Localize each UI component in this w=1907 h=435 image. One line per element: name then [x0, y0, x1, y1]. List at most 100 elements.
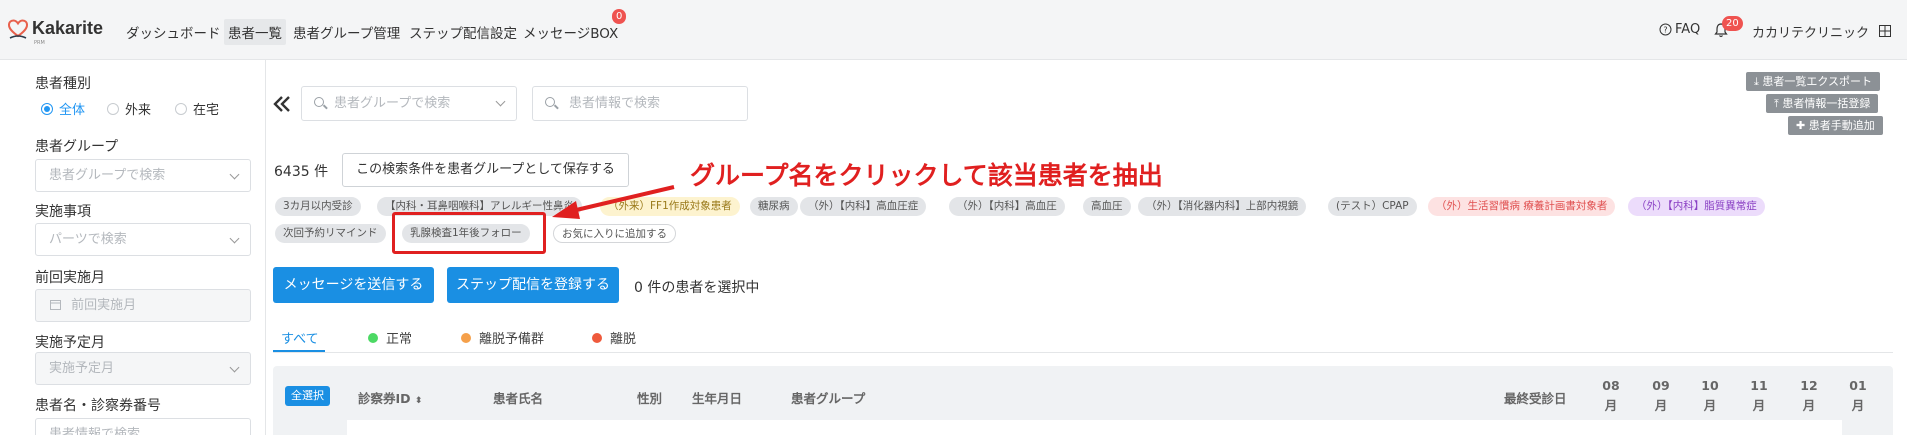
group-search-select[interactable]: 患者グループで検索	[301, 86, 517, 121]
svg-text:?: ?	[1663, 26, 1667, 35]
export-label: 患者一覧エクスポート	[1762, 75, 1873, 88]
nav-step-delivery[interactable]: ステップ配信設定	[409, 22, 517, 42]
group-tag-dyslipidemia[interactable]: （外）【内科】脂質異常症	[1628, 197, 1765, 216]
register-step-button[interactable]: ステップ配信を登録する	[447, 267, 619, 303]
col-last-visit: 最終受診日	[1504, 391, 1567, 406]
message-badge: 0	[612, 9, 627, 24]
bulk-register-button[interactable]: ⤒ 患者情報一括登録	[1766, 94, 1879, 113]
chevron-down-icon	[229, 362, 240, 373]
group-tag-reminder[interactable]: 次回予約リマインド	[275, 224, 386, 243]
month-unit: 月	[1851, 398, 1865, 413]
tab-churned-label: 離脱	[610, 332, 637, 347]
brand-logo[interactable]: Kakarite	[8, 18, 103, 39]
status-dot-icon	[592, 332, 602, 343]
export-button[interactable]: ⤓ 患者一覧エクスポート	[1746, 72, 1881, 91]
chevron-down-icon	[495, 96, 506, 107]
plan-month-select[interactable]: 実施予定月	[35, 352, 251, 385]
nav-dashboard[interactable]: ダッシュボード	[126, 22, 221, 42]
group-tag-endoscopy[interactable]: （外）【消化器内科】上部内視鏡	[1138, 197, 1307, 216]
col-month-12: 12 月	[1798, 376, 1820, 416]
col-card-id[interactable]: 診察券ID ⬍	[358, 388, 422, 407]
tab-churned[interactable]: 離脱	[592, 328, 636, 347]
nav-patient-group[interactable]: 患者グループ管理	[293, 22, 400, 42]
brand-name: Kakarite	[32, 18, 104, 38]
chevron-down-icon	[229, 169, 240, 180]
radio-all[interactable]	[41, 102, 53, 115]
col-month-08: 08 月	[1600, 376, 1622, 416]
group-tag-lifestyle[interactable]: （外）生活習慣病 療養計画書対象者	[1428, 197, 1616, 216]
group-tag-hypertension-internal[interactable]: （外）【内科】高血圧	[949, 197, 1065, 216]
chevron-down-icon	[229, 233, 240, 244]
month-num: 01	[1849, 378, 1867, 393]
tab-at-risk[interactable]: 離脱予備群	[461, 328, 544, 347]
group-tag-3month[interactable]: 3カ月以内受診	[275, 197, 361, 216]
tab-all[interactable]: すべて	[281, 328, 319, 347]
col-month-01: 01 月	[1847, 376, 1869, 416]
month-num: 12	[1800, 378, 1818, 393]
status-dot-icon	[368, 332, 378, 343]
items-filter-placeholder: パーツで検索	[49, 232, 127, 247]
faq-label: FAQ	[1675, 22, 1701, 37]
col-month-10: 10 月	[1699, 376, 1721, 416]
group-filter-placeholder: 患者グループで検索	[49, 168, 166, 183]
items-filter-select[interactable]: パーツで検索	[35, 223, 251, 256]
save-group-button[interactable]: この検索条件を患者グループとして保存する	[342, 153, 629, 187]
patient-type-radios: 全体 外来 在宅	[41, 99, 219, 118]
radio-all-label[interactable]: 全体	[59, 99, 85, 118]
col-gender: 性別	[637, 391, 663, 406]
apps-grid-icon[interactable]	[1879, 25, 1891, 37]
col-group: 患者グループ	[791, 391, 866, 406]
month-unit: 月	[1752, 398, 1766, 413]
month-unit: 月	[1654, 398, 1668, 413]
group-tag-cpap[interactable]: (テスト）CPAP	[1328, 197, 1417, 216]
bulk-register-label: 患者情報一括登録	[1782, 97, 1871, 110]
name-filter-label: 患者名・診察券番号	[35, 398, 161, 414]
prev-month-label: 前回実施月	[35, 270, 105, 286]
collapse-sidebar-icon[interactable]	[272, 95, 292, 113]
status-dot-icon	[461, 332, 471, 343]
radio-home[interactable]	[175, 102, 188, 115]
prev-month-picker[interactable]: 前回実施月	[35, 289, 251, 322]
send-message-button[interactable]: メッセージを送信する	[273, 267, 434, 303]
notification-badge: 20	[1722, 16, 1743, 31]
faq-link[interactable]: ? FAQ	[1659, 22, 1700, 37]
plan-month-placeholder: 実施予定月	[49, 361, 115, 376]
result-count: 6435 件	[274, 164, 329, 180]
add-favorite-button[interactable]: お気に入りに追加する	[553, 224, 676, 243]
highlight-box	[392, 212, 546, 254]
top-navigation: Kakarite PRM ダッシュボード 患者一覧 患者グループ管理 ステップ配…	[0, 0, 1907, 60]
group-tag-hypertension[interactable]: 高血圧	[1083, 197, 1131, 216]
month-num: 11	[1750, 378, 1768, 393]
tab-normal-label: 正常	[386, 332, 413, 347]
month-unit: 月	[1802, 398, 1816, 413]
col-card-id-label: 診察券ID	[358, 391, 411, 406]
select-all-button[interactable]: 全選択	[285, 386, 330, 406]
info-search-input[interactable]: 患者情報で検索	[532, 86, 748, 121]
calendar-icon	[50, 300, 61, 310]
clinic-name[interactable]: カカリテクリニック	[1752, 22, 1869, 41]
add-user-icon: ✚	[1796, 119, 1809, 132]
table-first-row	[347, 420, 1842, 435]
col-month-09: 09 月	[1650, 376, 1672, 416]
radio-outpatient-label[interactable]: 外来	[125, 99, 151, 118]
manual-add-button[interactable]: ✚ 患者手動追加	[1788, 116, 1883, 135]
tab-normal[interactable]: 正常	[368, 328, 412, 347]
col-name: 患者氏名	[493, 391, 544, 406]
name-filter-input[interactable]: 患者情報で検索	[35, 418, 251, 435]
heart-logo-icon	[8, 18, 28, 39]
radio-home-label[interactable]: 在宅	[193, 99, 219, 118]
annotation-text: グループ名をクリックして該当患者を抽出	[690, 161, 1163, 190]
group-filter-select[interactable]: 患者グループで検索	[35, 159, 251, 192]
group-tag-diabetes[interactable]: 糖尿病	[750, 197, 798, 216]
group-tag-hypertension-disease[interactable]: （外）【内科】高血圧症	[800, 197, 927, 216]
nav-patient-list[interactable]: 患者一覧	[224, 19, 286, 45]
tab-all-label: すべて	[281, 332, 319, 347]
tab-divider	[273, 352, 1893, 353]
radio-outpatient[interactable]	[107, 102, 120, 115]
month-unit: 月	[1703, 398, 1717, 413]
annotation-arrow-icon	[552, 185, 675, 219]
month-num: 08	[1602, 378, 1620, 393]
brand-sub: PRM	[34, 40, 45, 46]
search-icon	[314, 97, 324, 107]
nav-message-box[interactable]: メッセージBOX	[523, 22, 618, 42]
